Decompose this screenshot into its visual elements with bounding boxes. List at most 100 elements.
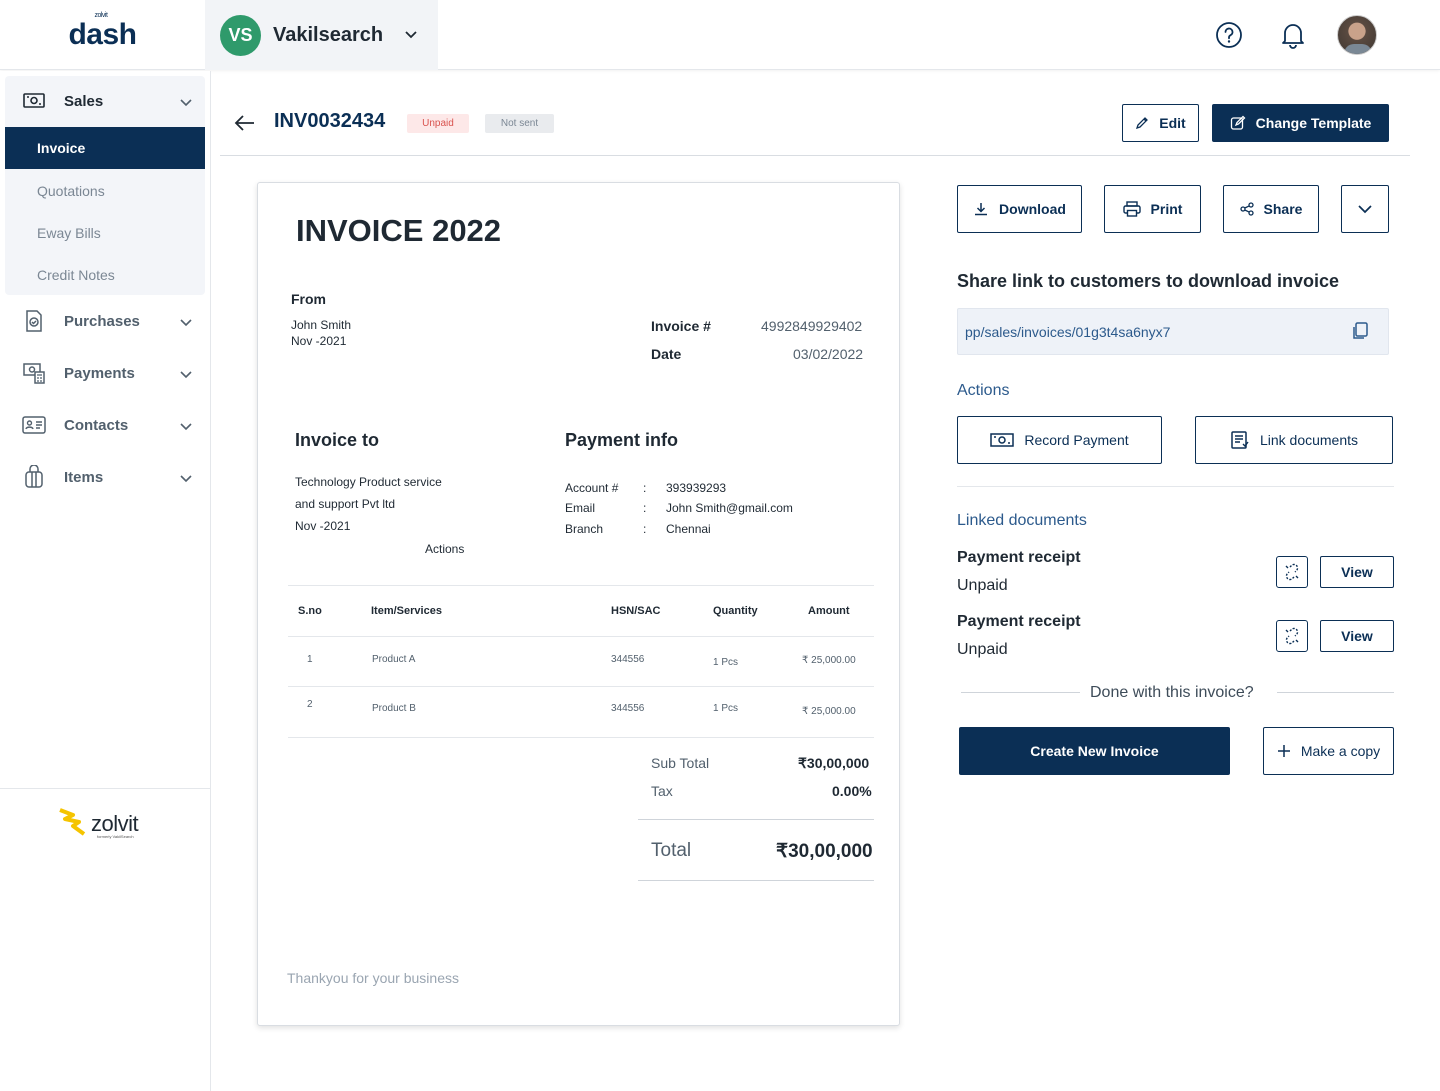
from-date: Nov -2021: [291, 334, 347, 348]
table-cell: ₹ 25,000.00: [802, 655, 856, 666]
download-label: Download: [999, 201, 1066, 217]
brand-sup: zolvit: [94, 12, 108, 19]
unlink-icon: [1285, 563, 1299, 581]
done-with-invoice-text: Done with this invoice?: [1090, 684, 1254, 701]
table-divider: [288, 737, 874, 738]
sidebar-item-items[interactable]: Items: [0, 457, 205, 497]
copy-icon[interactable]: [1350, 321, 1370, 346]
link-documents-button[interactable]: Link documents: [1195, 416, 1393, 464]
table-cell: ₹ 25,000.00: [802, 706, 856, 717]
table-header: Amount: [808, 605, 850, 617]
tax-value: 0.00%: [832, 783, 872, 799]
make-copy-label: Make a copy: [1300, 743, 1381, 759]
change-template-button[interactable]: Change Template: [1212, 104, 1389, 142]
table-cell: 344556: [611, 654, 645, 665]
chevron-down-icon: [180, 418, 192, 435]
actions-heading: Actions: [957, 382, 1010, 399]
cash-icon: [990, 433, 1015, 447]
invoice-to-line: and support Pvt ltd: [295, 497, 396, 511]
status-badge-unpaid: Unpaid: [407, 114, 469, 133]
make-copy-button[interactable]: Make a copy: [1263, 727, 1394, 775]
share-link-heading: Share link to customers to download invo…: [957, 271, 1340, 291]
chevron-down-icon: [1358, 204, 1372, 213]
table-header: Item/Services: [371, 605, 442, 617]
more-options-button[interactable]: [1341, 185, 1389, 233]
payment-info-key: Account #: [565, 481, 619, 495]
total-divider: [638, 880, 874, 881]
table-header: HSN/SAC: [611, 605, 661, 617]
sidebar-subitem-invoice[interactable]: Invoice: [5, 127, 205, 169]
table-cell: Product A: [372, 654, 416, 665]
linked-doc-status: Unpaid: [957, 577, 1008, 594]
view-document-button[interactable]: View: [1320, 620, 1394, 652]
company-switcher[interactable]: VS Vakilsearch: [205, 0, 438, 70]
share-link-value: pp/sales/invoices/01g3t4sa6nyx7: [965, 324, 1171, 340]
create-new-invoice-button[interactable]: Create New Invoice: [959, 727, 1230, 775]
view-document-button[interactable]: View: [1320, 556, 1394, 588]
table-header: S.no: [298, 605, 322, 617]
unlink-button[interactable]: [1276, 620, 1308, 652]
table-cell: 2: [307, 699, 313, 710]
download-button[interactable]: Download: [957, 185, 1082, 233]
print-button[interactable]: Print: [1104, 185, 1201, 233]
share-icon: [1239, 202, 1254, 216]
header-divider: [220, 155, 1410, 156]
table-divider: [288, 686, 874, 687]
unlink-button[interactable]: [1276, 556, 1308, 588]
edit-button[interactable]: Edit: [1122, 104, 1199, 142]
sidebar-subitem-quotations[interactable]: Quotations: [5, 171, 205, 211]
invoice-title: INVOICE 2022: [296, 213, 502, 248]
items-icon: [22, 465, 46, 489]
payments-icon: [22, 361, 46, 385]
sidebar-subitem-eway-bills[interactable]: Eway Bills: [5, 213, 205, 253]
invoice-to-line: Nov -2021: [295, 519, 351, 533]
sidebar-item-purchases[interactable]: Purchases: [0, 301, 205, 341]
date-value: 03/02/2022: [793, 346, 864, 362]
bell-icon[interactable]: [1279, 21, 1307, 49]
sidebar-item-payments[interactable]: Payments: [0, 353, 205, 393]
edit-label: Edit: [1159, 115, 1186, 131]
print-label: Print: [1150, 201, 1183, 217]
purchase-icon: [22, 309, 46, 333]
subtotal-label: Sub Total: [651, 755, 710, 771]
sidebar-item-label: Sales: [64, 92, 104, 110]
table-divider: [288, 636, 874, 637]
template-edit-icon: [1230, 115, 1246, 130]
chevron-down-icon: [405, 26, 417, 44]
user-avatar[interactable]: [1337, 15, 1377, 55]
table-header: Quantity: [713, 605, 758, 617]
company-name: Vakilsearch: [273, 23, 384, 46]
chevron-down-icon: [180, 366, 192, 383]
sidebar-item-label: Contacts: [64, 416, 129, 434]
dash-logo[interactable]: zolvit dash: [0, 0, 205, 70]
zolvit-mark-icon: [59, 808, 86, 836]
sidebar-item-label: Items: [64, 468, 104, 486]
tax-label: Tax: [651, 783, 673, 799]
sidebar-subitem-credit-notes[interactable]: Credit Notes: [5, 255, 205, 295]
invoice-no-label: Invoice #: [651, 318, 711, 334]
record-payment-button[interactable]: Record Payment: [957, 416, 1162, 464]
payment-info-value: 393939293: [666, 481, 727, 495]
help-icon[interactable]: [1215, 21, 1243, 49]
sidebar-item-sales[interactable]: Sales: [0, 81, 205, 121]
total-label: Total: [651, 840, 692, 861]
chevron-down-icon: [180, 94, 192, 111]
page-title: INV0032434: [274, 110, 386, 132]
payment-info-value: Chennai: [666, 522, 711, 536]
subtotal-value: ₹30,00,000: [798, 755, 870, 771]
printer-icon: [1122, 201, 1141, 217]
brand-name: dash: [68, 18, 137, 51]
total-divider: [638, 819, 874, 820]
section-divider: [957, 486, 1394, 487]
table-cell: 1 Pcs: [713, 657, 739, 668]
linked-doc-status: Unpaid: [957, 641, 1008, 658]
divider-line: [1277, 692, 1394, 693]
back-arrow-icon[interactable]: [233, 111, 257, 140]
payment-info-key: Branch: [565, 522, 604, 536]
sidebar-divider: [0, 788, 211, 789]
unlink-icon: [1285, 627, 1299, 645]
sidebar-item-contacts[interactable]: Contacts: [0, 405, 205, 445]
from-name: John Smith: [291, 318, 352, 332]
share-button[interactable]: Share: [1223, 185, 1319, 233]
table-cell: Product B: [372, 703, 416, 714]
